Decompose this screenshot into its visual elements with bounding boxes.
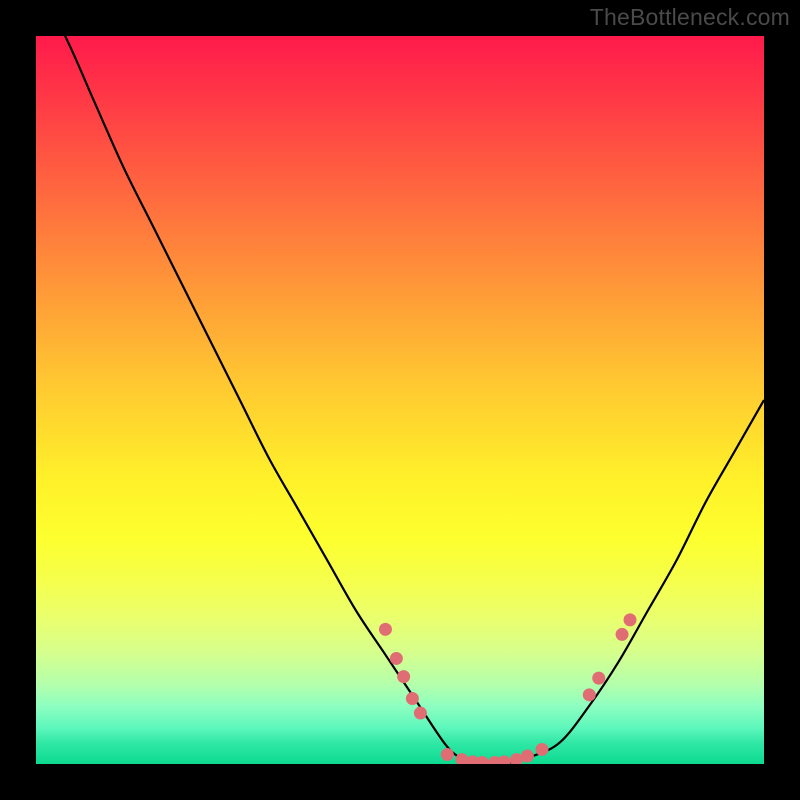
data-point	[592, 672, 605, 685]
data-point	[535, 743, 548, 756]
data-point	[406, 692, 419, 705]
data-point	[616, 628, 629, 641]
data-point	[498, 755, 511, 764]
data-points-group	[379, 613, 637, 764]
plot-area	[36, 36, 764, 764]
data-point	[390, 652, 403, 665]
data-point	[583, 688, 596, 701]
data-point	[441, 748, 454, 761]
chart-frame: TheBottleneck.com	[0, 0, 800, 800]
data-point	[476, 756, 489, 764]
data-point	[521, 749, 534, 762]
data-point	[624, 613, 637, 626]
chart-svg	[36, 36, 764, 764]
data-point	[379, 623, 392, 636]
watermark-text: TheBottleneck.com	[590, 4, 790, 31]
data-point	[414, 707, 427, 720]
data-point	[397, 670, 410, 683]
